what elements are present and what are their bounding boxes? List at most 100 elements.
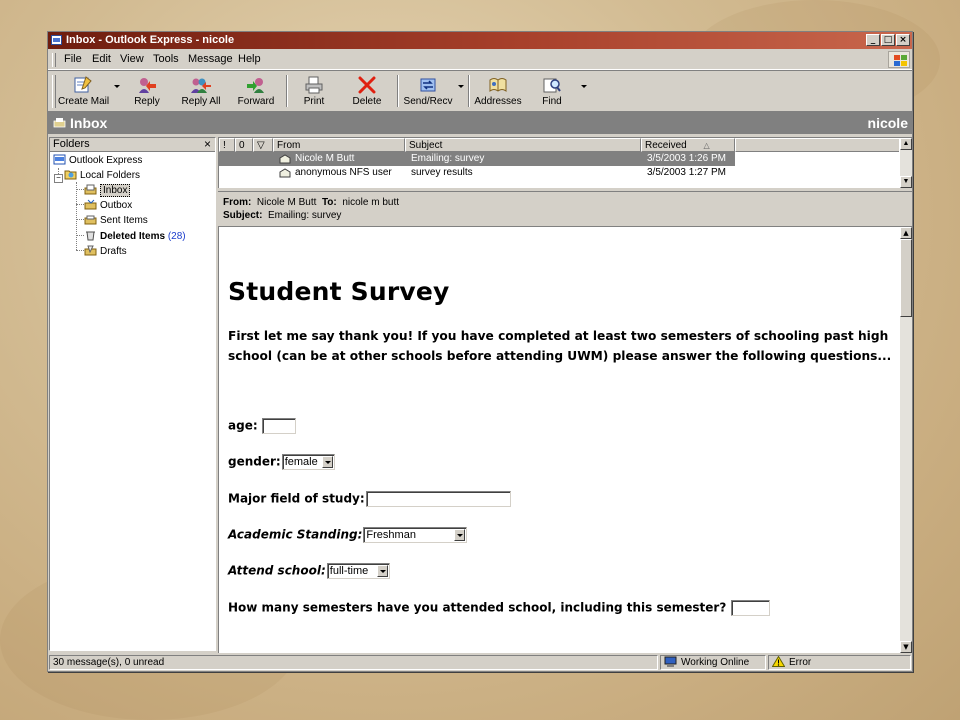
attend-select[interactable]: full-time	[326, 563, 390, 579]
survey-title: Student Survey	[228, 277, 450, 306]
semesters-question: How many semesters have you attended sch…	[228, 600, 770, 616]
folder-label: Outlook Express	[69, 155, 143, 166]
print-label: Print	[303, 96, 325, 107]
create-mail-button[interactable]: Create Mail	[58, 74, 109, 108]
message-received: 3/5/2003 1:27 PM	[647, 167, 726, 178]
folder-label: Outbox	[100, 200, 133, 211]
tree-line	[76, 189, 84, 190]
outlook-express-app-icon[interactable]	[51, 35, 62, 45]
semesters-field[interactable]	[730, 600, 770, 616]
message-list: ! 0 ▽ From Subject Received △ Nicole M B…	[218, 137, 912, 188]
folder-sent-items[interactable]: Sent Items	[84, 214, 148, 228]
gender-select[interactable]: female	[281, 454, 335, 470]
gender-value: female	[284, 456, 318, 468]
column-priority[interactable]: !	[219, 138, 235, 152]
column-attachment[interactable]: 0	[235, 138, 253, 152]
create-mail-dropdown-icon[interactable]	[114, 85, 120, 88]
gender-label: gender:	[228, 454, 281, 469]
status-error[interactable]: Error	[768, 655, 911, 670]
folder-banner: Inbox nicole	[48, 112, 912, 134]
delete-button[interactable]: Delete	[345, 74, 389, 108]
close-folders-pane-icon[interactable]: ×	[204, 138, 211, 151]
toolbar-separator	[468, 75, 470, 107]
window-title: Inbox - Outlook Express - nicole	[66, 34, 235, 46]
addresses-button[interactable]: Addresses	[474, 74, 522, 108]
status-connection: Working Online	[660, 655, 766, 670]
major-field[interactable]	[365, 491, 511, 507]
preview-subject-line: Subject: Emailing: survey	[223, 210, 341, 221]
maximize-button[interactable]: □	[881, 34, 895, 46]
delete-label: Delete	[352, 96, 382, 107]
close-button[interactable]: ×	[896, 34, 910, 46]
menu-message[interactable]: Message	[188, 53, 233, 65]
message-subject: Emailing: survey	[411, 153, 485, 164]
major-question: Major field of study:	[228, 491, 511, 507]
find-button[interactable]: Find	[532, 74, 572, 108]
send-recv-button[interactable]: Send/Recv	[402, 74, 454, 108]
scroll-down-arrow-icon[interactable]: ▼	[900, 641, 912, 653]
collapse-local-folders-icon[interactable]: −	[54, 174, 63, 183]
find-dropdown-icon[interactable]	[581, 85, 587, 88]
folder-local-folders[interactable]: Local Folders	[64, 169, 140, 183]
folders-pane: Folders × − Outlook Express Local Folder…	[49, 137, 216, 651]
reply-all-button[interactable]: Reply All	[176, 74, 226, 108]
folder-outlook-express[interactable]: Outlook Express	[53, 154, 142, 168]
preview-from-to-line: From: Nicole M Butt To: nicole m butt	[223, 197, 399, 208]
tree-line	[76, 235, 84, 236]
reply-label: Reply	[134, 96, 160, 107]
age-field[interactable]	[261, 418, 296, 434]
attend-question: Attend school: full-time	[228, 563, 390, 579]
scroll-down-arrow-icon[interactable]: ▼	[900, 176, 912, 188]
scroll-up-arrow-icon[interactable]: ▲	[900, 138, 912, 150]
menu-help[interactable]: Help	[238, 53, 261, 65]
print-button[interactable]: Print	[294, 74, 334, 108]
outbox-icon	[84, 199, 97, 210]
survey-intro: First let me say thank you! If you have …	[228, 329, 892, 363]
message-from: Nicole M Butt	[295, 153, 355, 164]
menu-view[interactable]: View	[120, 53, 144, 65]
folder-drafts[interactable]: Drafts	[84, 245, 127, 259]
inbox-icon	[84, 184, 97, 195]
age-question: age:	[228, 418, 296, 434]
deleted-items-icon	[86, 231, 95, 241]
send-recv-label: Send/Recv	[403, 96, 453, 107]
preview-scrollbar[interactable]: ▲ ▼	[900, 227, 912, 653]
outlook-express-window: Inbox - Outlook Express - nicole _ □ × F…	[47, 31, 913, 672]
address-book-icon	[489, 78, 507, 92]
computer-online-icon	[664, 656, 677, 667]
folder-outbox[interactable]: Outbox	[84, 199, 132, 213]
standing-select[interactable]: Freshman	[363, 527, 468, 543]
message-row[interactable]: Nicole M Butt Emailing: survey 3/5/2003 …	[219, 152, 735, 166]
attend-value: full-time	[329, 565, 369, 577]
toolbar-separator	[286, 75, 288, 107]
column-received[interactable]: Received △	[641, 138, 735, 152]
column-flag[interactable]: ▽	[253, 138, 273, 152]
column-subject[interactable]: Subject	[405, 138, 641, 152]
menu-file[interactable]: File	[64, 53, 82, 65]
menubar-grip[interactable]	[52, 53, 56, 67]
message-received: 3/5/2003 1:26 PM	[647, 153, 726, 164]
forward-label: Forward	[237, 96, 275, 107]
message-from: anonymous NFS user	[295, 167, 392, 178]
sent-items-icon	[84, 215, 97, 225]
forward-button[interactable]: Forward	[233, 74, 279, 108]
message-list-scrollbar[interactable]: ▲ ▼	[900, 138, 912, 188]
toolbar: Create Mail Reply Reply All Forward Prin…	[48, 70, 912, 112]
folder-inbox[interactable]: Inbox	[84, 184, 131, 198]
title-bar[interactable]: Inbox - Outlook Express - nicole _ □ ×	[48, 32, 912, 49]
folder-label: Deleted Items	[100, 231, 166, 242]
toolbar-grip[interactable]	[52, 75, 56, 108]
send-recv-dropdown-icon[interactable]	[458, 85, 464, 88]
minimize-button[interactable]: _	[866, 34, 880, 46]
scroll-up-arrow-icon[interactable]: ▲	[900, 227, 912, 239]
menu-edit[interactable]: Edit	[92, 53, 111, 65]
menu-tools[interactable]: Tools	[153, 53, 179, 65]
sort-ascending-icon: △	[703, 141, 710, 150]
folder-deleted-items[interactable]: Deleted Items (28)	[84, 230, 186, 244]
message-row[interactable]: anonymous NFS user survey results 3/5/20…	[219, 166, 735, 180]
scroll-thumb[interactable]	[900, 239, 912, 317]
column-from[interactable]: From	[273, 138, 405, 152]
major-label: Major field of study:	[228, 491, 365, 506]
reply-button[interactable]: Reply	[126, 74, 168, 108]
folder-label: Drafts	[100, 246, 127, 257]
